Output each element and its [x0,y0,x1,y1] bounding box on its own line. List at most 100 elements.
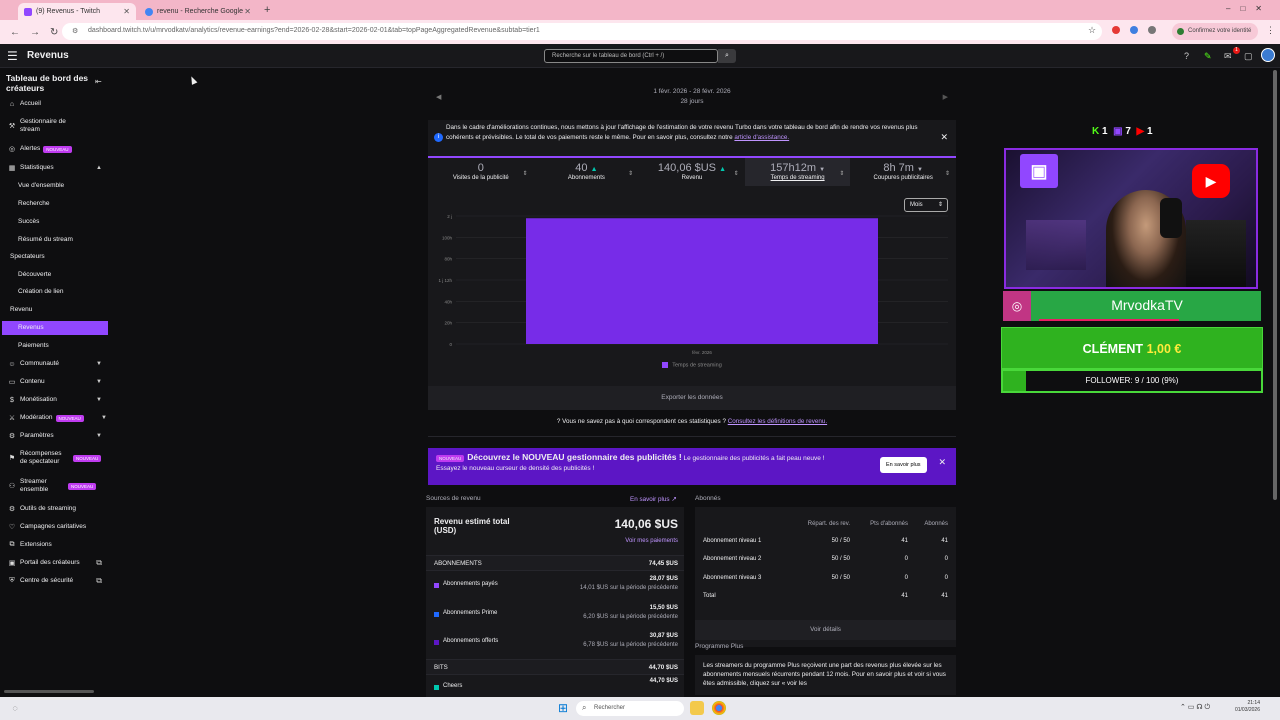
sidebar-item-statistiques[interactable]: ▦ Statistiques ▲ [0,164,110,172]
extension-translate-icon[interactable] [1130,26,1138,34]
divider [428,436,956,437]
extension-opera-icon[interactable] [1112,26,1120,34]
date-range[interactable]: 1 févr. 2026 - 28 févr. 2026 [428,88,956,95]
settings-icon: ⚙ [8,433,16,440]
kpi-ad-breaks[interactable]: 8h 7m ▼ Coupures publicitaires ⇕ [850,158,956,186]
bookmark-star-icon[interactable]: ☆ [1088,25,1096,36]
sidebar-item-recompenses[interactable]: ⚑ Récompenses de spectateur NOUVEAU [0,450,110,466]
chrome-icon[interactable] [712,701,726,715]
extensions-puzzle-icon[interactable] [1148,26,1156,34]
system-tray-icons[interactable]: ⌃ ▭ ☊ ⏻ [1180,703,1210,712]
close-tab-icon[interactable]: ✕ [123,7,130,16]
sidebar-item-outils[interactable]: ⚙ Outils de streaming [0,505,110,513]
section-title: Programme Plus [695,643,744,650]
sidebar-item-accueil[interactable]: ⌂ Accueil [0,100,110,108]
browser-menu-icon[interactable]: ⋮ [1266,25,1275,36]
close-icon[interactable]: ✕ [940,132,948,143]
view-details-button[interactable]: Voir détails [695,620,956,640]
revenue-definitions-link[interactable]: Consultez les définitions de revenu. [728,418,827,425]
sidebar-item-parametres[interactable]: ⚙ Paramètres ▼ [0,432,110,440]
trend-up-icon: ▲ [590,166,598,173]
chevron-down-icon: ▼ [96,433,102,439]
sidebar-item-streamer-ensemble[interactable]: ⚇ Streamer ensemble NOUVEAU [0,478,110,494]
widgets-icon[interactable]: ◌ [8,701,22,715]
whispers-icon[interactable]: ▢ [1244,51,1253,62]
next-period-icon[interactable]: ▶ [943,93,948,101]
content-icon: ▭ [8,379,16,386]
google-favicon-icon [145,7,153,16]
kpi-revenue[interactable]: 140,06 $US ▲ Revenu ⇕ [639,158,745,186]
collapse-sidebar-icon[interactable]: ⇤ [95,77,102,86]
kpi-subscriptions[interactable]: 40 ▲ Abonnements ⇕ [534,158,640,186]
y-tick-label: 100h [442,235,453,240]
headphones [1160,198,1182,238]
sidebar-item-stream-manager[interactable]: ⚒ Gestionnaire de stream [0,118,110,134]
sidebar-item-moderation[interactable]: ⚔ Modération NOUVEAU ▼ [0,414,110,422]
help-icon[interactable]: ? [1184,51,1189,61]
forward-icon[interactable]: → [30,27,40,38]
start-icon[interactable]: ⊞ [556,701,570,715]
plus-program-text: Les streamers du programme Plus reçoiven… [695,655,956,695]
avatar[interactable] [1261,48,1275,62]
learn-more-button[interactable]: En savoir plus [880,457,927,473]
legend-swatch [434,583,439,588]
url-field[interactable]: ⚙ dashboard.twitch.tv/u/mrvodkatv/analyt… [62,23,1102,40]
back-icon[interactable]: ← [10,27,20,38]
menu-icon[interactable]: ☰ [7,49,18,63]
sidebar-item-contenu[interactable]: ▭ Contenu ▼ [0,378,110,386]
learn-more-link[interactable]: En savoir plus ↗ [630,496,677,503]
sidebar-item-decouverte[interactable]: Découverte [0,271,110,279]
help-article-link[interactable]: article d'assistance. [734,134,789,141]
file-explorer-icon[interactable] [690,701,704,715]
sidebar-item-paiements[interactable]: Paiements [0,342,110,350]
new-badge: NOUVEAU [55,414,84,422]
close-icon[interactable]: ✕ [938,457,946,467]
ads-manager-promo: NOUVEAU Découvrez le NOUVEAU gestionnaire… [428,448,956,485]
sidebar-item-campagnes[interactable]: ♡ Campagnes caritatives [0,523,110,531]
inbox-icon[interactable]: ✉ [1224,51,1232,62]
site-info-icon[interactable]: ⚙ [72,27,78,35]
sidebar-item-alertes[interactable]: ◎ Alertes NOUVEAU [0,145,110,153]
export-data-button[interactable]: Exporter les données [428,386,956,410]
section-title: Abonnés [695,495,721,502]
reload-icon[interactable]: ↻ [50,27,58,38]
window-controls[interactable]: –□✕ [1226,4,1272,13]
kpi-streaming-time[interactable]: 157h12m ▼ Temps de streaming ⇕ [744,158,851,186]
sidebar-item-monetisation[interactable]: $ Monétisation ▼ [0,396,110,404]
gaming-chair [1186,220,1246,287]
vertical-scrollbar[interactable] [1273,70,1277,500]
search-icon[interactable]: ⌕ [718,49,736,63]
browser-tab-twitch[interactable]: (9) Revenus - Twitch ✕ [18,3,136,20]
rewards-icon: ⚑ [8,455,16,462]
sidebar-item-link-creation[interactable]: Création de lien [0,288,110,296]
taskbar-search[interactable]: Rechercher [576,701,684,716]
sidebar-item-stream-summary[interactable]: Résumé du stream [0,236,110,244]
browser-tab-google[interactable]: revenu - Recherche Google ✕ [139,3,257,20]
close-tab-icon[interactable]: ✕ [244,7,251,16]
streaming-time-chart: 0 20h 40h 1 j 12h 80h 100h 2 j févr. 2026 [438,214,948,355]
sidebar-item-portail[interactable]: ▣ Portail des créateurs ⧉ [0,558,110,567]
moderation-icon: ⚔ [8,415,16,422]
sidebar-item-communaute[interactable]: ☺ Communauté ▼ [0,360,110,368]
activity-icon[interactable]: ✎ [1204,51,1212,62]
chevron-up-icon: ▲ [96,165,102,171]
streamer-name: MrvodkaTV [1111,297,1183,313]
follower-goal: FOLLOWER: 9 / 100 (9%) [1001,369,1263,393]
sidebar-item-revenus[interactable]: Revenus [2,321,108,335]
view-payments-link[interactable]: Voir mes paiements [625,538,678,544]
stats-icon: ▦ [8,165,16,172]
sidebar-item-overview[interactable]: Vue d'ensemble [0,182,110,190]
sidebar-item-recherche[interactable]: Recherche [0,200,110,208]
sidebar-item-succes[interactable]: Succès [0,218,110,226]
sidebar-item-securite[interactable]: ⛨ Centre de sécurité ⧉ [0,576,110,585]
new-tab-button[interactable]: + [264,3,270,20]
sub-row-prime: Abonnements Prime 15,50 $US 6,20 $US sur l… [426,602,684,630]
horizontal-scrollbar[interactable] [4,690,94,693]
kpi-ad-views[interactable]: 0 Visites de la publicité ⇕ [428,158,534,186]
dashboard-search-input[interactable]: Recherche sur le tableau de bord (Ctrl +… [544,49,718,63]
clock[interactable]: 21:14 01/03/2026 [1228,700,1260,714]
profile-pill[interactable]: Confirmez votre identité [1172,23,1258,40]
chart-bar[interactable] [526,218,878,344]
url-text: dashboard.twitch.tv/u/mrvodkatv/analytic… [88,27,540,34]
sidebar-item-extensions[interactable]: ⧉ Extensions [0,541,110,549]
